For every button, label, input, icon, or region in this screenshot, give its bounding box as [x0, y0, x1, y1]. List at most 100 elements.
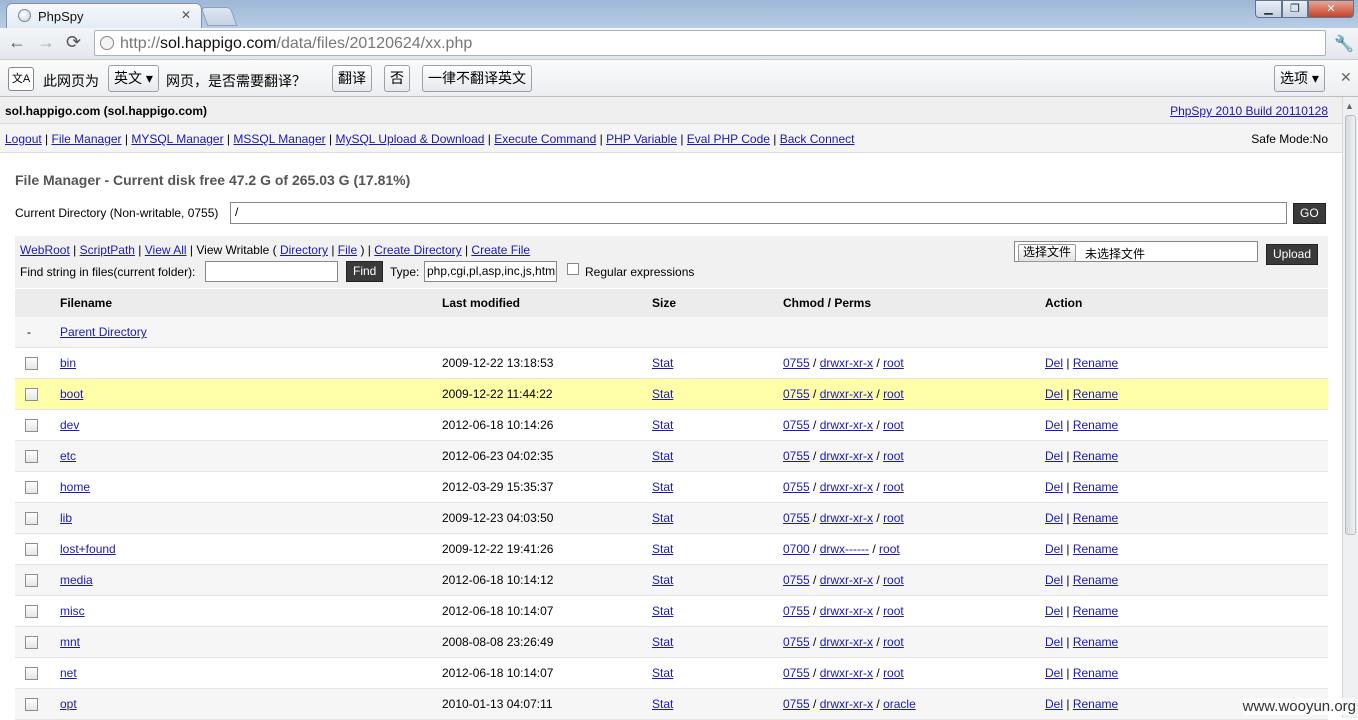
owner-link[interactable]: root	[883, 449, 904, 463]
options-button[interactable]: 选项 ▾	[1274, 65, 1325, 92]
chmod-link[interactable]: 0755	[783, 666, 810, 680]
stat-link[interactable]: Stat	[652, 635, 673, 649]
menu-eval-php[interactable]: Eval PHP Code	[687, 132, 770, 146]
go-button[interactable]: GO	[1293, 203, 1326, 224]
chmod-link[interactable]: 0755	[783, 480, 810, 494]
row-checkbox[interactable]	[25, 450, 38, 464]
translate-button[interactable]: 翻译	[332, 65, 372, 92]
current-dir-input[interactable]: /	[230, 202, 1287, 224]
perms-link[interactable]: drwxr-xr-x	[820, 449, 873, 463]
back-arrow-icon[interactable]: ←	[8, 32, 26, 53]
forward-arrow-icon[interactable]: →	[37, 32, 55, 53]
row-checkbox[interactable]	[25, 419, 38, 433]
menu-mysql-manager[interactable]: MYSQL Manager	[131, 132, 223, 146]
owner-link[interactable]: root	[879, 542, 900, 556]
stat-link[interactable]: Stat	[652, 387, 673, 401]
rename-link[interactable]: Rename	[1073, 697, 1118, 711]
scroll-up-icon[interactable]: ▲	[1345, 101, 1354, 111]
row-checkbox[interactable]	[25, 357, 38, 371]
language-select[interactable]: 英文 ▾	[108, 65, 159, 92]
brand-link[interactable]: PhpSpy 2010 Build 20110128	[1170, 104, 1328, 118]
rename-link[interactable]: Rename	[1073, 604, 1118, 618]
perms-link[interactable]: drwx------	[820, 542, 869, 556]
type-input[interactable]: php,cgi,pl,asp,inc,js,html	[424, 261, 557, 282]
row-checkbox[interactable]	[25, 636, 38, 650]
owner-link[interactable]: root	[883, 604, 904, 618]
rename-link[interactable]: Rename	[1073, 356, 1118, 370]
wrench-icon[interactable]: 🔧	[1334, 34, 1354, 54]
menu-back-connect[interactable]: Back Connect	[780, 132, 855, 146]
writable-file-link[interactable]: File	[338, 243, 357, 257]
stat-link[interactable]: Stat	[652, 418, 673, 432]
chmod-link[interactable]: 0755	[783, 511, 810, 525]
chmod-link[interactable]: 0755	[783, 635, 810, 649]
stat-link[interactable]: Stat	[652, 356, 673, 370]
delete-link[interactable]: Del	[1045, 604, 1063, 618]
filename-link[interactable]: lost+found	[60, 542, 116, 556]
delete-link[interactable]: Del	[1045, 542, 1063, 556]
maximize-button[interactable]: ❐	[1282, 0, 1308, 18]
no-translate-button[interactable]: 否	[384, 65, 410, 92]
menu-execute-command[interactable]: Execute Command	[494, 132, 596, 146]
upload-file-input[interactable]: 选择文件 未选择文件	[1014, 241, 1258, 262]
rename-link[interactable]: Rename	[1073, 542, 1118, 556]
stat-link[interactable]: Stat	[652, 449, 673, 463]
perms-link[interactable]: drwxr-xr-x	[820, 356, 873, 370]
menu-mysql-upload[interactable]: MySQL Upload & Download	[335, 132, 484, 146]
delete-link[interactable]: Del	[1045, 697, 1063, 711]
new-tab-button[interactable]	[200, 7, 238, 26]
perms-link[interactable]: drwxr-xr-x	[820, 666, 873, 680]
stat-link[interactable]: Stat	[652, 666, 673, 680]
delete-link[interactable]: Del	[1045, 573, 1063, 587]
menu-mssql-manager[interactable]: MSSQL Manager	[233, 132, 325, 146]
chmod-link[interactable]: 0755	[783, 449, 810, 463]
view-all-link[interactable]: View All	[145, 243, 187, 257]
rename-link[interactable]: Rename	[1073, 573, 1118, 587]
filename-link[interactable]: dev	[60, 418, 79, 432]
owner-link[interactable]: root	[883, 635, 904, 649]
webroot-link[interactable]: WebRoot	[20, 243, 70, 257]
filename-link[interactable]: home	[60, 480, 90, 494]
writable-directory-link[interactable]: Directory	[280, 243, 328, 257]
filename-link[interactable]: media	[60, 573, 93, 587]
row-checkbox[interactable]	[25, 667, 38, 681]
perms-link[interactable]: drwxr-xr-x	[820, 573, 873, 587]
delete-link[interactable]: Del	[1045, 418, 1063, 432]
rename-link[interactable]: Rename	[1073, 511, 1118, 525]
row-checkbox[interactable]	[25, 388, 38, 402]
perms-link[interactable]: drwxr-xr-x	[820, 697, 873, 711]
stat-link[interactable]: Stat	[652, 573, 673, 587]
row-checkbox[interactable]	[25, 543, 38, 557]
chmod-link[interactable]: 0755	[783, 573, 810, 587]
minimize-button[interactable]: ▁	[1255, 0, 1282, 18]
delete-link[interactable]: Del	[1045, 666, 1063, 680]
browser-tab[interactable]: PhpSpy ✕	[6, 3, 202, 28]
menu-php-variable[interactable]: PHP Variable	[606, 132, 677, 146]
rename-link[interactable]: Rename	[1073, 418, 1118, 432]
owner-link[interactable]: root	[883, 387, 904, 401]
owner-link[interactable]: root	[883, 356, 904, 370]
find-input[interactable]	[205, 261, 338, 282]
filename-link[interactable]: mnt	[60, 635, 80, 649]
scroll-thumb[interactable]	[1345, 115, 1356, 535]
owner-link[interactable]: root	[883, 573, 904, 587]
chmod-link[interactable]: 0755	[783, 697, 810, 711]
filename-link[interactable]: bin	[60, 356, 76, 370]
row-checkbox[interactable]	[25, 698, 38, 712]
owner-link[interactable]: root	[883, 511, 904, 525]
menu-file-manager[interactable]: File Manager	[52, 132, 122, 146]
delete-link[interactable]: Del	[1045, 635, 1063, 649]
owner-link[interactable]: oracle	[883, 697, 916, 711]
close-tab-icon[interactable]: ✕	[181, 8, 191, 22]
address-bar[interactable]: http://sol.happigo.com/data/files/201206…	[94, 30, 1326, 56]
chmod-link[interactable]: 0700	[783, 542, 810, 556]
perms-link[interactable]: drwxr-xr-x	[820, 604, 873, 618]
rename-link[interactable]: Rename	[1073, 387, 1118, 401]
owner-link[interactable]: root	[883, 418, 904, 432]
rename-link[interactable]: Rename	[1073, 666, 1118, 680]
close-infobar-icon[interactable]: ✕	[1340, 69, 1352, 86]
create-directory-link[interactable]: Create Directory	[374, 243, 461, 257]
chmod-link[interactable]: 0755	[783, 418, 810, 432]
perms-link[interactable]: drwxr-xr-x	[820, 480, 873, 494]
stat-link[interactable]: Stat	[652, 511, 673, 525]
